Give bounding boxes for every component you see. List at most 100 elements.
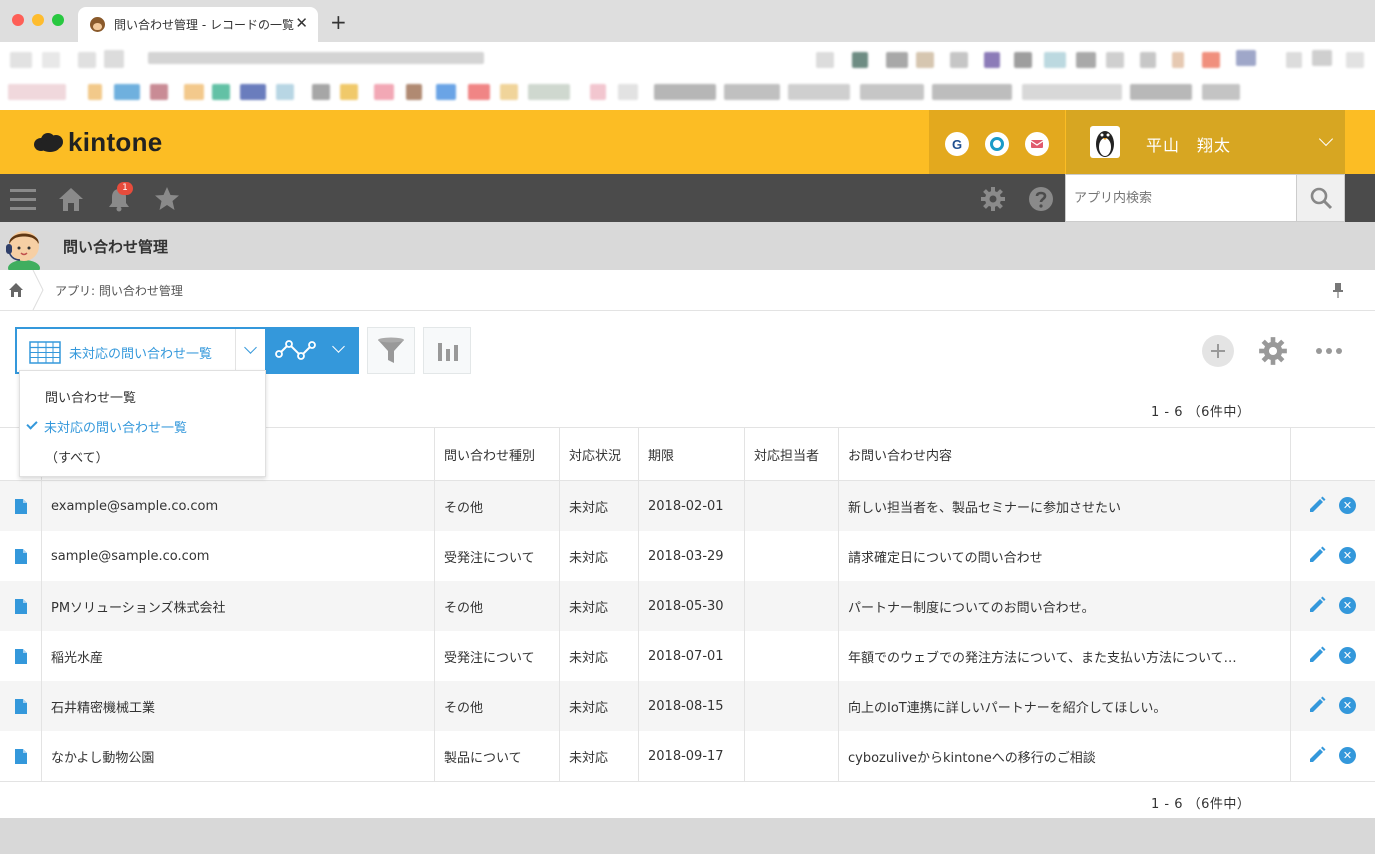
table-bottom-divider (0, 781, 1375, 782)
record-detail-link[interactable] (0, 481, 41, 531)
cell-content: 年額でのウェブでの発注方法について、また支払い方法について… (838, 631, 1290, 681)
view-selector-toggle[interactable] (235, 329, 265, 372)
delete-icon[interactable]: ✕ (1339, 647, 1356, 664)
delete-icon[interactable]: ✕ (1339, 747, 1356, 764)
view-option-all-inquiries[interactable]: 問い合わせ一覧 (20, 381, 265, 409)
gear-icon[interactable] (980, 186, 1006, 212)
record-detail-link[interactable] (0, 631, 41, 681)
star-icon[interactable] (154, 186, 180, 212)
cell-assignee (744, 531, 838, 581)
column-header-inquiry-type[interactable]: 問い合わせ種別 (434, 428, 559, 480)
browser-titlebar: 問い合わせ管理 - レコードの一覧 ✕ + (0, 0, 1375, 42)
record-detail-link[interactable] (0, 531, 41, 581)
view-dropdown-menu: 問い合わせ一覧 未対応の問い合わせ一覧 （すべて） (19, 370, 266, 477)
home-icon[interactable] (58, 186, 84, 212)
table-row[interactable]: PMソリューションズ株式会社 その他 未対応 2018-05-30 パートナー制度につい… (0, 581, 1375, 631)
cell-content: 請求確定日についての問い合わせ (838, 531, 1290, 581)
table-row[interactable]: 石井精密機械工業 その他 未対応 2018-08-15 向上のIoT連携に詳しいパートナ… (0, 681, 1375, 731)
column-header (1290, 428, 1375, 480)
tab-favicon-icon (90, 17, 105, 32)
table-row[interactable]: sample@sample.co.com 受発注について 未対応 2018-03-29… (0, 531, 1375, 581)
breadcrumb-separator-icon (32, 270, 44, 310)
record-detail-link[interactable] (0, 681, 41, 731)
cell-due-date: 2018-09-17 (638, 731, 744, 781)
app-settings-gear-icon[interactable] (1258, 336, 1288, 366)
pencil-icon[interactable] (1308, 746, 1326, 764)
pencil-icon[interactable] (1308, 596, 1326, 614)
pencil-icon[interactable] (1308, 696, 1326, 714)
graph-selector-button[interactable] (266, 327, 359, 374)
pencil-icon[interactable] (1308, 496, 1326, 514)
view-option-everything[interactable]: （すべて） (20, 441, 265, 469)
window-close-button[interactable] (12, 14, 24, 26)
pencil-icon[interactable] (1308, 646, 1326, 664)
filter-icon (378, 337, 404, 363)
view-option-label: （すべて） (45, 451, 109, 466)
filter-button[interactable] (367, 327, 415, 374)
column-header-assignee[interactable]: 対応担当者 (744, 428, 838, 480)
cell-assignee (744, 481, 838, 531)
address-bar[interactable] (0, 42, 1375, 76)
cell-inquiry-type: その他 (434, 581, 559, 631)
breadcrumb-app-link[interactable]: アプリ: 問い合わせ管理 (55, 282, 183, 299)
menu-icon[interactable] (10, 186, 36, 212)
pin-icon[interactable] (1331, 282, 1345, 298)
pencil-icon[interactable] (1308, 546, 1326, 564)
bar-chart-icon (438, 343, 458, 361)
record-detail-link[interactable] (0, 581, 41, 631)
delete-icon[interactable]: ✕ (1339, 547, 1356, 564)
kintone-header: kintone G 平山 翔太 (0, 110, 1375, 174)
office-icon[interactable] (985, 132, 1009, 156)
window-minimize-button[interactable] (32, 14, 44, 26)
column-header-due[interactable]: 期限 (638, 428, 744, 480)
graph-icon (275, 340, 316, 360)
cell-company: sample@sample.co.com (41, 531, 434, 581)
home-icon[interactable] (8, 282, 24, 298)
delete-icon[interactable]: ✕ (1339, 497, 1356, 514)
more-icon[interactable] (1312, 336, 1346, 366)
app-icon (0, 222, 48, 270)
add-record-button[interactable] (1202, 335, 1234, 367)
search-icon (1310, 187, 1332, 210)
table-view-icon (29, 341, 61, 364)
tab-close-icon[interactable]: ✕ (295, 14, 308, 32)
mail-icon[interactable] (1025, 132, 1049, 156)
table-row[interactable]: なかよし動物公園 製品について 未対応 2018-09-17 cybozuliveからk… (0, 731, 1375, 781)
kintone-logo[interactable]: kintone (34, 126, 163, 158)
cell-inquiry-type: 製品について (434, 731, 559, 781)
document-icon (14, 698, 27, 714)
column-header-status[interactable]: 対応状況 (559, 428, 638, 480)
cell-actions: ✕ (1290, 531, 1375, 581)
record-detail-link[interactable] (0, 731, 41, 781)
cell-assignee (744, 631, 838, 681)
app-search-input[interactable] (1066, 175, 1296, 221)
user-menu[interactable]: 平山 翔太 (1066, 110, 1345, 174)
view-selector[interactable]: 未対応の問い合わせ一覧 (15, 327, 267, 374)
view-option-label: 未対応の問い合わせ一覧 (44, 421, 188, 436)
new-tab-button[interactable]: + (330, 10, 347, 34)
cell-actions: ✕ (1290, 581, 1375, 631)
cell-due-date: 2018-05-30 (638, 581, 744, 631)
cell-company: なかよし動物公園 (41, 731, 434, 781)
bookmarks-bar (0, 76, 1375, 110)
cell-due-date: 2018-08-15 (638, 681, 744, 731)
cell-company: PMソリューションズ株式会社 (41, 581, 434, 631)
cell-content-text: 向上のIoT連携に詳しいパートナーを紹介してほしい。 (848, 700, 1167, 716)
chart-button[interactable] (423, 327, 471, 374)
delete-icon[interactable]: ✕ (1339, 597, 1356, 614)
search-button[interactable] (1297, 174, 1345, 222)
cell-content-text: 請求確定日についての問い合わせ (848, 550, 1043, 566)
window-zoom-button[interactable] (52, 14, 64, 26)
table-row[interactable]: example@sample.co.com その他 未対応 2018-02-01 新しい… (0, 481, 1375, 531)
app-search-field[interactable] (1065, 174, 1297, 222)
table-row[interactable]: 稲光水産 受発注について 未対応 2018-07-01 年額でのウェブでの発注方法につい… (0, 631, 1375, 681)
cell-due-date: 2018-07-01 (638, 631, 744, 681)
column-header-content[interactable]: お問い合わせ内容 (838, 428, 1290, 480)
kintone-logo-text: kintone (68, 126, 163, 157)
browser-tab[interactable]: 問い合わせ管理 - レコードの一覧 ✕ (78, 7, 318, 42)
cell-content: cybozuliveからkintoneへの移行のご相談 (838, 731, 1290, 781)
garoon-icon[interactable]: G (945, 132, 969, 156)
help-icon[interactable] (1028, 186, 1054, 212)
delete-icon[interactable]: ✕ (1339, 697, 1356, 714)
view-option-unhandled[interactable]: 未対応の問い合わせ一覧 (20, 411, 265, 439)
